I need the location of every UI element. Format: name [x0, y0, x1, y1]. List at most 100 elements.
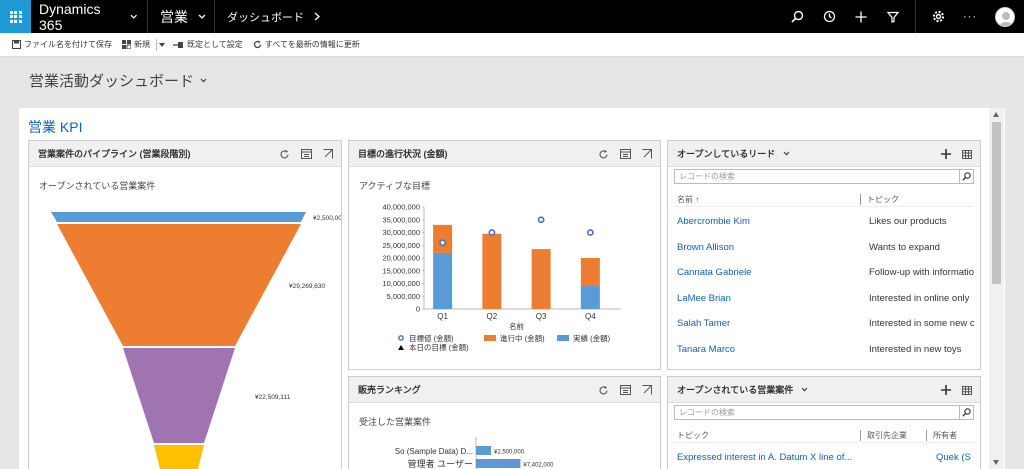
expand-icon[interactable] — [642, 385, 652, 395]
table-row[interactable]: Cannata Gabriele Follow-up with informati… — [674, 260, 974, 285]
owner-link[interactable]: Quek (S — [936, 452, 971, 463]
lead-name-link[interactable]: Cannata Gabriele — [677, 267, 751, 278]
sales-ranking-panel: 販売ランキング 受注した営業案件 So (Sample Data) D... ¥2… — [348, 376, 661, 469]
search-input[interactable]: レコードの検索 — [674, 405, 974, 420]
refresh-icon[interactable] — [598, 385, 609, 396]
table-row[interactable]: Salah Tamer Interested in some new c — [674, 311, 974, 336]
plus-icon[interactable] — [941, 385, 951, 395]
chevron-down-icon[interactable] — [801, 387, 808, 392]
new-button[interactable]: 新規 — [122, 39, 150, 50]
save-as-label: ファイル名を付けて保存 — [24, 40, 112, 49]
bar-in-progress — [433, 224, 453, 253]
panel-header: 目標の進行状況 (金額) — [349, 141, 660, 167]
opportunity-topic-link[interactable]: Expressed interest in A. Datum X line of… — [677, 452, 852, 463]
legend-label: 進行中 (金額) — [500, 333, 545, 343]
view-records-icon[interactable] — [620, 385, 631, 395]
panel-header: オープンしているリード — [668, 141, 980, 167]
grid-view-icon[interactable] — [962, 149, 972, 159]
column-header-topic[interactable]: トピック — [677, 430, 709, 441]
section-title: 営業 KPI — [28, 119, 83, 135]
column-header-topic[interactable]: トピック — [860, 194, 899, 205]
lead-name-link[interactable]: Salah Tamer — [677, 318, 730, 329]
app-title: Dynamics 365 — [39, 0, 101, 33]
advanced-find-button[interactable] — [877, 0, 909, 33]
grid-view-icon[interactable] — [962, 385, 972, 395]
table-row[interactable]: Abercrombie Kim Likes our products — [674, 209, 974, 234]
view-records-icon[interactable] — [620, 149, 631, 159]
table-row[interactable]: Expressed interest in A. Datum X line of… — [674, 445, 974, 469]
breadcrumb[interactable]: ダッシュボード — [215, 0, 320, 33]
top-nav-bar: Dynamics 365 営業 ダッシュボード ··· — [0, 0, 1024, 33]
breadcrumb-label: ダッシュボード — [227, 11, 304, 24]
panel-title: 目標の進行状況 (金額) — [358, 149, 448, 159]
panel-header: 販売ランキング — [349, 377, 660, 403]
expand-icon[interactable] — [323, 149, 333, 159]
funnel-segment — [154, 445, 204, 469]
search-input[interactable]: レコードの検索 — [674, 169, 974, 184]
table-row[interactable]: Tanara Marco Interested in new toys — [674, 337, 974, 362]
search-button[interactable] — [959, 406, 973, 419]
pipeline-chart-panel: 営業案件のパイプライン (営業段階別) オープンされている営業案件 ¥2,500… — [28, 140, 342, 469]
plus-icon[interactable] — [941, 149, 951, 159]
table-row[interactable]: LaMee Brian Interested in online only — [674, 286, 974, 311]
filter-icon — [887, 11, 899, 23]
refresh-all-button[interactable]: すべてを最新の情報に更新 — [253, 39, 360, 50]
funnel-chart: ¥2,500,000 ¥29,269,630 ¥22,509,111 — [51, 212, 341, 469]
chevron-down-icon — [198, 14, 206, 19]
gear-icon — [932, 10, 944, 23]
funnel-segment — [123, 348, 235, 443]
settings-button[interactable] — [922, 0, 954, 33]
app-launcher-button[interactable] — [0, 0, 31, 33]
scroll-up-icon[interactable] — [993, 112, 999, 117]
x-tick-label: Q4 — [585, 312, 596, 321]
y-tick-label: 40,000,000 — [382, 203, 420, 212]
lead-name-link[interactable]: Brown Allison — [677, 242, 734, 253]
scroll-thumb[interactable] — [992, 122, 1001, 284]
new-dropdown-button[interactable] — [159, 42, 165, 47]
grid-header: トピック 取引先企業 所有者 — [674, 427, 974, 443]
column-header-account[interactable]: 取引先企業 — [860, 430, 907, 441]
lead-name-link[interactable]: LaMee Brian — [677, 293, 731, 304]
column-header-name[interactable]: 名前 ↑ — [677, 194, 699, 205]
search-button[interactable] — [959, 170, 973, 183]
column-header-owner[interactable]: 所有者 — [926, 430, 957, 441]
lead-topic: Interested in some new c — [869, 318, 974, 329]
legend-target-marker — [398, 335, 404, 341]
view-records-icon[interactable] — [301, 149, 312, 159]
data-label: ¥2,500,000 — [494, 450, 525, 456]
dashboard-selector[interactable]: 営業活動ダッシュボード — [29, 70, 207, 91]
chevron-down-icon[interactable] — [783, 151, 790, 156]
bar-in-progress — [580, 258, 600, 287]
table-row[interactable]: Brown Allison Wants to expand — [674, 235, 974, 260]
data-label: ¥29,269,630 — [289, 283, 326, 290]
quick-create-button[interactable] — [845, 0, 877, 33]
app-title-menu[interactable]: Dynamics 365 — [31, 0, 148, 33]
set-default-button[interactable]: 既定として設定 — [173, 39, 243, 50]
lead-name-link[interactable]: Abercrombie Kim — [677, 216, 750, 227]
save-as-button[interactable]: ファイル名を付けて保存 — [12, 39, 112, 50]
legend-in-progress-swatch — [484, 335, 496, 341]
lead-name-link[interactable]: Tanara Marco — [677, 344, 735, 355]
y-tick-label: 管理者 ユーザー — [408, 458, 473, 469]
expand-icon[interactable] — [642, 149, 652, 159]
history-icon — [823, 10, 835, 23]
refresh-icon[interactable] — [598, 149, 609, 160]
recent-button[interactable] — [813, 0, 845, 33]
plus-icon — [855, 11, 867, 22]
y-tick-label: 20,000,000 — [382, 254, 420, 263]
open-leads-panel: オープンしているリード レコードの検索 名前 ↑ トピック Abercrombi… — [667, 140, 981, 370]
search-button[interactable] — [781, 0, 813, 33]
search-icon — [962, 408, 971, 417]
panel-title: 営業案件のパイプライン (営業段階別) — [38, 149, 191, 159]
target-marker — [537, 216, 545, 224]
scroll-down-icon[interactable] — [993, 460, 999, 465]
area-menu[interactable]: 営業 — [148, 0, 215, 33]
area-label: 営業 — [160, 8, 188, 25]
page-scrollbar[interactable] — [989, 108, 1004, 469]
refresh-icon[interactable] — [279, 149, 290, 160]
user-profile-button[interactable] — [986, 0, 1024, 33]
save-icon — [12, 40, 21, 49]
lead-topic: Follow-up with informatio — [869, 267, 974, 278]
more-button[interactable]: ··· — [954, 0, 986, 33]
target-marker — [586, 229, 594, 236]
